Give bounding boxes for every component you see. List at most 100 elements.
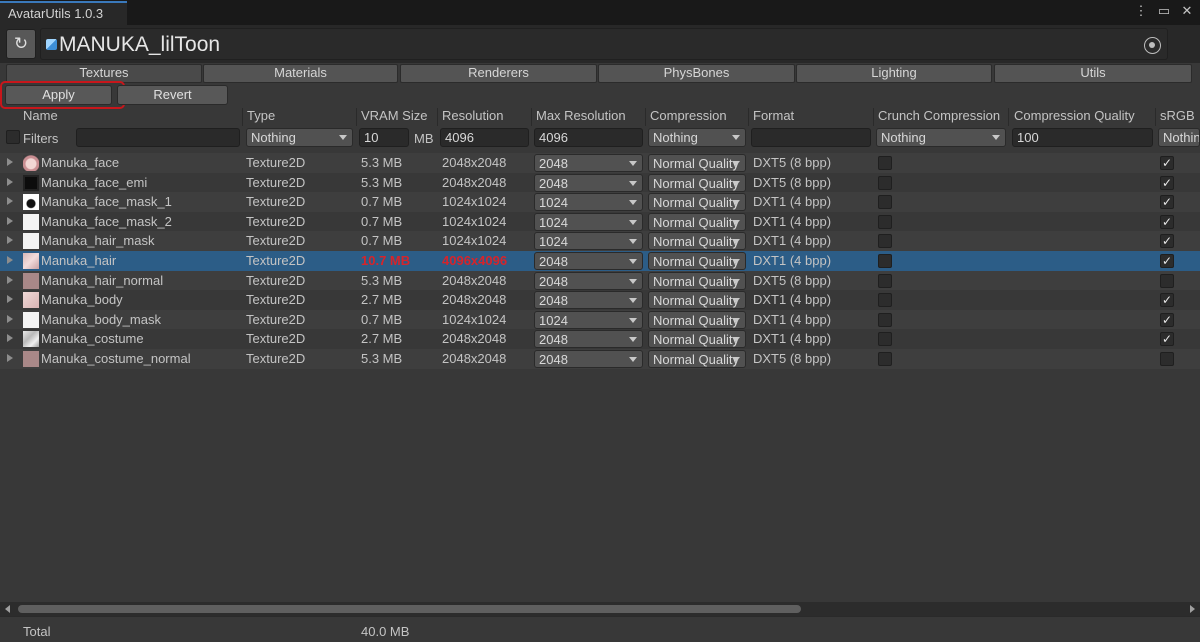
compression-dropdown[interactable]: Normal Quality [648, 232, 746, 251]
table-row[interactable]: Manuka_costume_normal Texture2D 5.3 MB 2048… [0, 349, 1200, 369]
crunch-checkbox[interactable] [878, 195, 892, 210]
vram-filter-input[interactable]: 10 [359, 128, 409, 147]
texture-name[interactable]: Manuka_face [41, 155, 119, 170]
table-row[interactable]: Manuka_hair_normal Texture2D 5.3 MB 2048x20… [0, 270, 1200, 291]
column-header-vram[interactable]: VRAM Size [361, 108, 436, 126]
max-resolution-filter-input[interactable]: 4096 [534, 128, 643, 147]
srgb-checkbox[interactable]: ✓ [1160, 175, 1174, 190]
compression-dropdown[interactable]: Normal Quality [648, 291, 746, 310]
max-resolution-dropdown[interactable]: 2048 [534, 173, 643, 192]
srgb-checkbox[interactable]: ✓ [1160, 332, 1174, 347]
tab-renderers[interactable]: Renderers [400, 64, 597, 83]
scroll-left-icon[interactable] [5, 605, 10, 613]
compression-dropdown[interactable]: Normal Quality [648, 350, 746, 368]
column-header-max-resolution[interactable]: Max Resolution [536, 108, 644, 126]
column-divider[interactable] [873, 108, 874, 126]
max-resolution-dropdown[interactable]: 2048 [534, 271, 643, 290]
table-row[interactable]: Manuka_costume Texture2D 2.7 MB 2048x2048 20… [0, 329, 1200, 349]
column-divider[interactable] [748, 108, 749, 126]
texture-name[interactable]: Manuka_costume_normal [41, 351, 191, 366]
table-row[interactable]: Manuka_face_mask_2 Texture2D 0.7 MB 1024x10… [0, 211, 1200, 232]
tab-physbones[interactable]: PhysBones [598, 64, 795, 83]
refresh-button[interactable]: ↻ [6, 29, 36, 59]
srgb-checkbox[interactable]: ✓ [1160, 312, 1174, 327]
column-header-format[interactable]: Format [753, 108, 872, 126]
scrollbar-thumb[interactable] [18, 605, 801, 613]
column-divider[interactable] [1008, 108, 1009, 126]
horizontal-scrollbar[interactable] [0, 602, 1200, 616]
crunch-checkbox[interactable] [878, 175, 892, 190]
revert-button[interactable]: Revert [117, 85, 228, 105]
column-divider[interactable] [1155, 108, 1156, 126]
max-resolution-dropdown[interactable]: 1024 [534, 232, 643, 251]
compression-dropdown[interactable]: Normal Quality [648, 212, 746, 231]
srgb-filter-dropdown[interactable]: Nothing [1158, 128, 1200, 147]
srgb-checkbox[interactable] [1160, 352, 1174, 366]
max-resolution-dropdown[interactable]: 1024 [534, 193, 643, 212]
expand-triangle-icon[interactable] [7, 314, 13, 323]
tab-lighting[interactable]: Lighting [796, 64, 992, 83]
table-row[interactable]: Manuka_face Texture2D 5.3 MB 2048x2048 2048 N… [0, 153, 1200, 173]
max-resolution-dropdown[interactable]: 1024 [534, 212, 643, 231]
window-tab[interactable]: AvatarUtils 1.0.3 [0, 1, 127, 25]
max-resolution-dropdown[interactable]: 2048 [534, 154, 643, 172]
column-header-resolution[interactable]: Resolution [442, 108, 530, 126]
column-divider[interactable] [531, 108, 532, 126]
crunch-checkbox[interactable] [878, 332, 892, 347]
quality-filter-input[interactable]: 100 [1012, 128, 1153, 147]
expand-triangle-icon[interactable] [7, 216, 13, 225]
type-filter-dropdown[interactable]: Nothing [246, 128, 353, 147]
table-row[interactable]: Manuka_body_mask Texture2D 0.7 MB 1024x1024… [0, 309, 1200, 330]
max-resolution-dropdown[interactable]: 2048 [534, 252, 643, 270]
texture-name[interactable]: Manuka_body_mask [41, 312, 161, 327]
srgb-checkbox[interactable]: ✓ [1160, 195, 1174, 210]
column-divider[interactable] [645, 108, 646, 126]
expand-triangle-icon[interactable] [7, 256, 13, 264]
column-divider[interactable] [356, 108, 357, 126]
tab-materials[interactable]: Materials [203, 64, 398, 83]
srgb-checkbox[interactable]: ✓ [1160, 156, 1174, 170]
column-header-quality[interactable]: Compression Quality [1014, 108, 1154, 126]
expand-triangle-icon[interactable] [7, 236, 13, 245]
texture-name[interactable]: Manuka_hair_mask [41, 233, 154, 248]
avatar-object-field[interactable]: MANUKA_lilToon [40, 28, 1168, 60]
column-divider[interactable] [437, 108, 438, 126]
texture-name[interactable]: Manuka_hair_normal [41, 273, 163, 288]
maximize-icon[interactable]: ▭ [1157, 3, 1171, 19]
column-header-name[interactable]: Name [23, 108, 241, 126]
object-picker-icon[interactable] [1144, 37, 1161, 54]
crunch-checkbox[interactable] [878, 293, 892, 308]
srgb-checkbox[interactable]: ✓ [1160, 234, 1174, 249]
crunch-checkbox[interactable] [878, 273, 892, 288]
expand-triangle-icon[interactable] [7, 197, 13, 206]
expand-triangle-icon[interactable] [7, 177, 13, 186]
max-resolution-dropdown[interactable]: 2048 [534, 350, 643, 368]
tab-utils[interactable]: Utils [994, 64, 1192, 83]
expand-triangle-icon[interactable] [7, 354, 13, 362]
compression-dropdown[interactable]: Normal Quality [648, 154, 746, 172]
kebab-menu-icon[interactable]: ⋮ [1134, 3, 1148, 19]
apply-button[interactable]: Apply [5, 85, 112, 105]
column-header-type[interactable]: Type [247, 108, 355, 126]
column-divider[interactable] [242, 108, 243, 126]
crunch-checkbox[interactable] [878, 312, 892, 327]
scroll-right-icon[interactable] [1190, 605, 1195, 613]
expand-triangle-icon[interactable] [7, 295, 13, 304]
expand-triangle-icon[interactable] [7, 275, 13, 284]
format-filter-input[interactable] [751, 128, 871, 147]
compression-dropdown[interactable]: Normal Quality [648, 252, 746, 270]
resolution-filter-input[interactable]: 4096 [440, 128, 529, 147]
filters-checkbox[interactable] [6, 130, 20, 144]
crunch-filter-dropdown[interactable]: Nothing [876, 128, 1006, 147]
srgb-checkbox[interactable]: ✓ [1160, 214, 1174, 229]
max-resolution-dropdown[interactable]: 1024 [534, 310, 643, 329]
texture-name[interactable]: Manuka_face_mask_2 [41, 214, 172, 229]
compression-dropdown[interactable]: Normal Quality [648, 330, 746, 349]
column-header-compression[interactable]: Compression [650, 108, 748, 126]
compression-dropdown[interactable]: Normal Quality [648, 271, 746, 290]
compression-filter-dropdown[interactable]: Nothing [648, 128, 746, 147]
crunch-checkbox[interactable] [878, 352, 892, 366]
table-row[interactable]: Manuka_hair Texture2D 10.7 MB 4096x4096 2048… [0, 251, 1200, 271]
expand-triangle-icon[interactable] [7, 158, 13, 166]
table-row[interactable]: Manuka_body Texture2D 2.7 MB 2048x2048 2048 N… [0, 290, 1200, 310]
